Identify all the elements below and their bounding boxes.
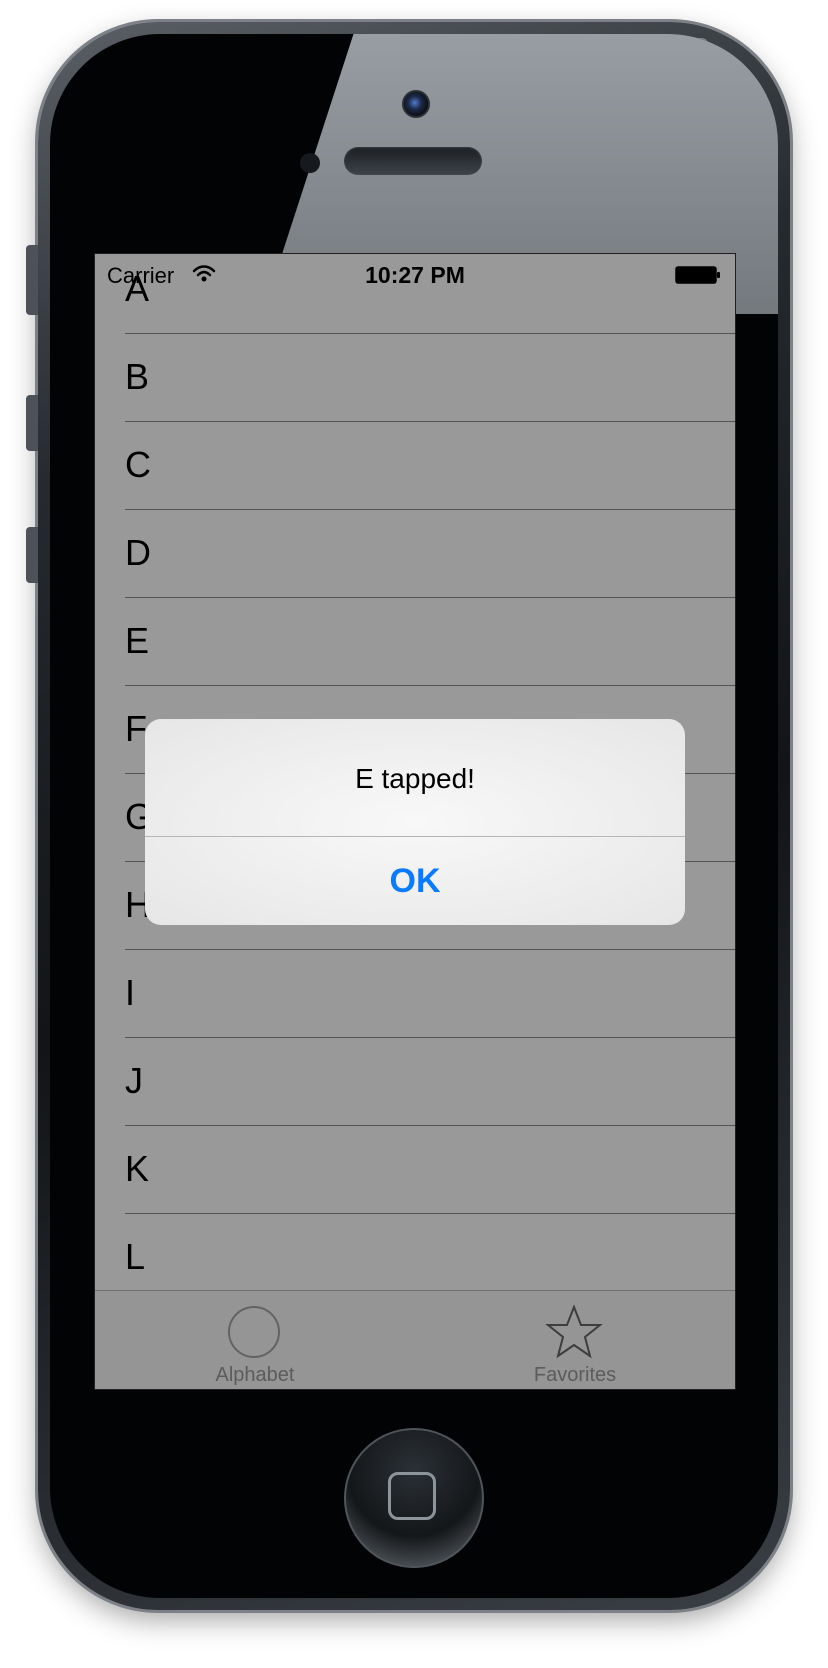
proximity-sensor — [300, 153, 320, 173]
alert-message: E tapped! — [355, 763, 475, 794]
earpiece-speaker — [344, 147, 482, 175]
home-square-icon — [388, 1472, 436, 1520]
status-time: 10:27 PM — [365, 262, 465, 288]
ok-button[interactable]: OK — [145, 837, 685, 925]
volume-up-button — [26, 395, 38, 451]
mute-switch — [26, 245, 38, 315]
status-bar: Carrier 10:27 PM — [95, 254, 735, 294]
screen: A B C D E F G H I J K L Alphabet Favorit… — [94, 253, 736, 1390]
home-button[interactable] — [344, 1428, 484, 1568]
alert-dialog: E tapped! OK — [145, 719, 685, 925]
battery-icon — [675, 266, 720, 284]
volume-down-button — [26, 527, 38, 583]
front-camera — [402, 90, 430, 118]
